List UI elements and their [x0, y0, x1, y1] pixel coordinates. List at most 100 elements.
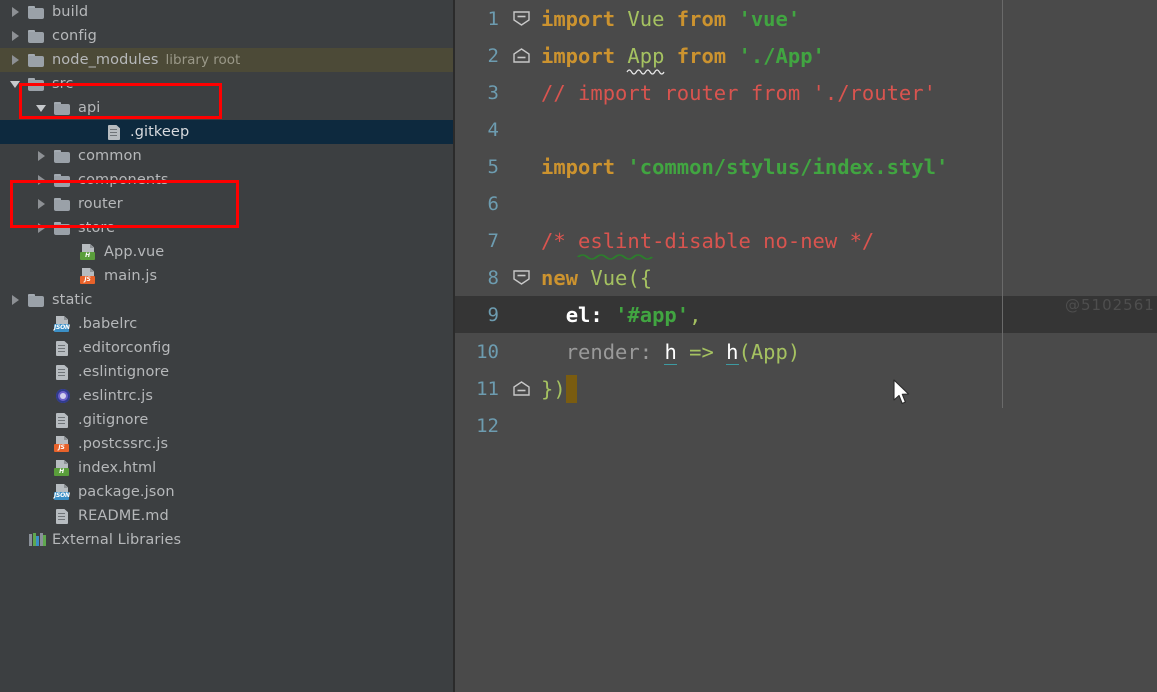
token-app-selector: '#app' — [615, 302, 690, 327]
chevron-right-icon[interactable] — [36, 198, 47, 210]
tree-item-build[interactable]: build — [0, 0, 453, 24]
code-text-line-8: new Vue({ — [541, 266, 652, 290]
code-line-3[interactable]: 3 // import router from './router' — [455, 74, 1157, 111]
code-line-8[interactable]: 8 new Vue({ — [455, 259, 1157, 296]
tree-item-label: .postcssrc.js — [78, 436, 169, 452]
tree-item-postcssrc-js[interactable]: JS .postcssrc.js — [0, 432, 453, 456]
token-h-call: h — [726, 339, 739, 365]
folder-icon — [28, 28, 46, 44]
token-import: import — [541, 154, 616, 179]
chevron-right-icon[interactable] — [36, 174, 47, 186]
token-arrow: => — [689, 339, 714, 364]
chevron-right-icon[interactable] — [10, 54, 21, 66]
tree-item-package-json[interactable]: JSON package.json — [0, 480, 453, 504]
code-line-6[interactable]: 6 — [455, 185, 1157, 222]
tree-item-api[interactable]: api — [0, 96, 453, 120]
chevron-right-icon[interactable] — [10, 30, 21, 42]
code-line-4[interactable]: 4 — [455, 111, 1157, 148]
chevron-right-icon[interactable] — [36, 150, 47, 162]
chevron-right-icon[interactable] — [36, 222, 47, 234]
fold-gutter-line-9 — [503, 296, 541, 333]
tree-item-config[interactable]: config — [0, 24, 453, 48]
watermark-text: @5102561 — [1065, 296, 1155, 314]
file-icon — [54, 412, 72, 428]
tree-item-external-libraries[interactable]: External Libraries — [0, 528, 453, 552]
code-line-7[interactable]: 7 /* eslint -disable no-new */ — [455, 222, 1157, 260]
token-import: import — [541, 6, 616, 31]
tree-item-src[interactable]: src — [0, 72, 453, 96]
code-text-line-11: }) — [541, 374, 577, 403]
tree-item-index-html[interactable]: Hindex.html — [0, 456, 453, 480]
tree-item-readme-md[interactable]: README.md — [0, 504, 453, 528]
tree-item-label: config — [52, 28, 97, 44]
token-comma: , — [689, 302, 702, 327]
tree-item-label: .editorconfig — [78, 340, 171, 356]
tree-item-main-js[interactable]: JS main.js — [0, 264, 453, 288]
fold-marker-line-1[interactable] — [503, 0, 541, 37]
line-number: 3 — [487, 81, 499, 104]
code-line-11[interactable]: 11 }) — [455, 370, 1157, 407]
fold-marker-line-2[interactable] — [503, 37, 541, 74]
tree-item-editorconfig[interactable]: .editorconfig — [0, 336, 453, 360]
js-file-icon: JS — [54, 436, 72, 452]
fold-gutter-line-10 — [503, 333, 541, 370]
tree-item-node-modules[interactable]: node_modules library root — [0, 48, 453, 72]
folder-icon — [28, 4, 46, 20]
tree-item-label: .gitkeep — [130, 124, 190, 140]
folder-icon — [28, 76, 46, 92]
tree-item-annotation: library root — [165, 52, 241, 68]
token-module-path: './App' — [738, 43, 825, 68]
code-line-5[interactable]: 5 import 'common/stylus/index.styl' — [455, 148, 1157, 185]
token-module-path: 'common/stylus/index.styl' — [627, 154, 949, 179]
code-line-2[interactable]: 2 import App from './App' — [455, 37, 1157, 75]
tree-item-label: main.js — [104, 268, 158, 284]
code-text-line-1: import Vue from 'vue' — [541, 7, 800, 31]
json-file-icon: JSON — [54, 484, 72, 500]
ide-window: build config node_modules library root src ap… — [0, 0, 1157, 692]
tree-item-app-vue[interactable]: H App.vue — [0, 240, 453, 264]
js-file-icon: JS — [80, 268, 98, 284]
tree-item-babelrc[interactable]: JSON .babelrc — [0, 312, 453, 336]
indent-guide — [1002, 0, 1003, 408]
fold-marker-line-8[interactable] — [503, 259, 541, 296]
code-line-9[interactable]: 9 el: '#app', — [455, 296, 1157, 333]
editor-lines[interactable]: 1 import Vue from 'vue' 2 import App fro… — [455, 0, 1157, 692]
tree-item-common[interactable]: common — [0, 144, 453, 168]
tree-item-components[interactable]: components — [0, 168, 453, 192]
tree-item-eslintignore[interactable]: .eslintignore — [0, 360, 453, 384]
chevron-right-icon[interactable] — [10, 6, 21, 18]
json-file-icon: JSON — [54, 316, 72, 332]
token-comment-rest: -disable no-new */ — [652, 228, 875, 253]
chevron-down-icon[interactable] — [10, 79, 21, 90]
token-vue-class: Vue — [590, 265, 628, 290]
chevron-right-icon[interactable] — [10, 294, 21, 306]
token-eslint-spellcheck: eslint — [576, 229, 654, 260]
code-line-1[interactable]: 1 import Vue from 'vue' — [455, 0, 1157, 37]
fold-marker-line-11[interactable] — [503, 370, 541, 407]
chevron-down-icon[interactable] — [36, 103, 47, 114]
tree-item-gitignore[interactable]: .gitignore — [0, 408, 453, 432]
project-tree-panel[interactable]: build config node_modules library root src ap… — [0, 0, 453, 692]
token-app-ident-warning: App — [626, 44, 665, 75]
fold-gutter-line-3 — [503, 74, 541, 111]
token-paren: ({ — [627, 265, 653, 290]
code-text-line-10: render: h => h(App) — [541, 339, 800, 365]
fold-gutter-line-4 — [503, 111, 541, 148]
code-line-10[interactable]: 10 render: h => h(App) — [455, 333, 1157, 370]
code-text-line-2: import App from './App' — [541, 43, 825, 75]
tree-item-eslintrc-js[interactable]: .eslintrc.js — [0, 384, 453, 408]
tree-item-store[interactable]: store — [0, 216, 453, 240]
token-comment-open: /* — [541, 228, 579, 253]
tree-item-router[interactable]: router — [0, 192, 453, 216]
tree-item-gitkeep[interactable]: .gitkeep — [0, 120, 453, 144]
tree-item-label: store — [78, 220, 116, 236]
tree-item-static[interactable]: static — [0, 288, 453, 312]
code-editor[interactable]: 1 import Vue from 'vue' 2 import App fro… — [455, 0, 1157, 692]
line-number: 9 — [487, 303, 499, 326]
code-line-12[interactable]: 12 — [455, 407, 1157, 444]
